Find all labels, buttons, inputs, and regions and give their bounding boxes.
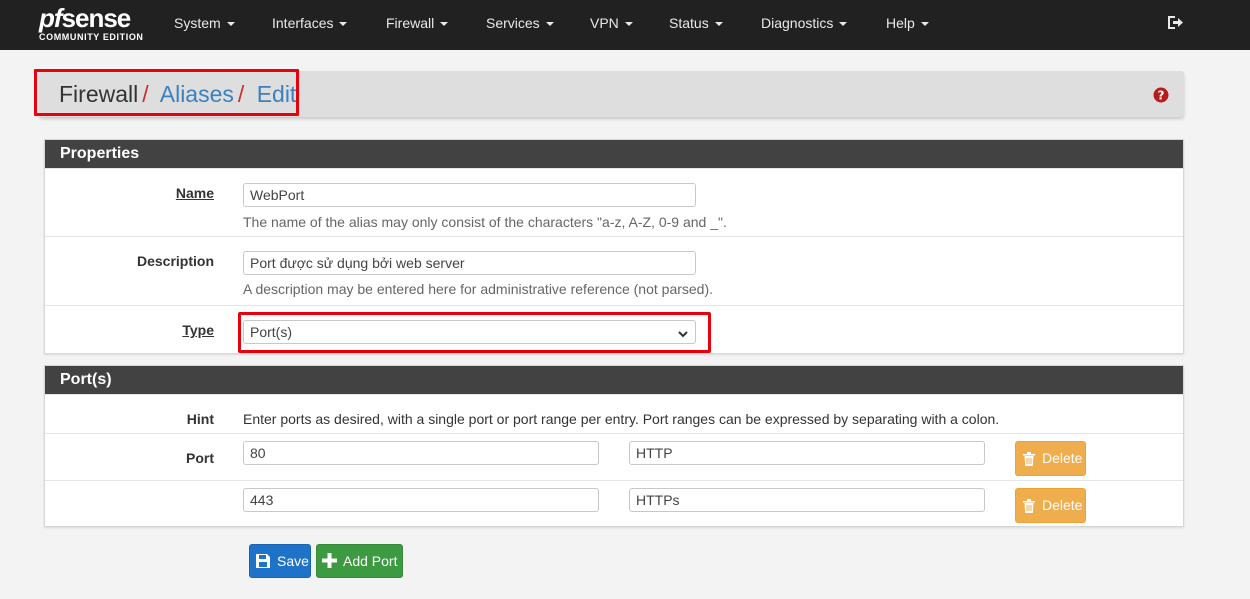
port-label: Port bbox=[186, 450, 214, 466]
port-description-input[interactable]: HTTPs bbox=[629, 488, 985, 512]
chevron-down-icon bbox=[677, 325, 689, 343]
description-label: Description bbox=[136, 253, 214, 269]
delete-button[interactable]: Delete bbox=[1015, 441, 1086, 476]
chevron-down-icon bbox=[545, 22, 554, 27]
breadcrumb-firewall: Firewall bbox=[59, 81, 139, 107]
nav-help-label: Help bbox=[886, 15, 915, 31]
nav-services-label: Services bbox=[486, 15, 540, 31]
nav-system-label: System bbox=[174, 15, 221, 31]
description-help-text: A description may be entered here for ad… bbox=[243, 281, 714, 297]
port-row-1: Port 80 HTTP Delete bbox=[45, 433, 1183, 480]
name-input[interactable]: WebPort bbox=[243, 183, 696, 207]
properties-panel: Properties Name WebPort The name of the … bbox=[44, 139, 1184, 354]
nav-vpn[interactable]: VPN bbox=[590, 0, 633, 50]
type-label: Type bbox=[182, 322, 214, 338]
nav-diagnostics-label: Diagnostics bbox=[761, 15, 834, 31]
breadcrumb: Firewall / Aliases / Edit bbox=[59, 80, 296, 108]
description-row: Description Port được sử dụng bởi web se… bbox=[45, 236, 1183, 305]
name-label: Name bbox=[175, 185, 214, 201]
breadcrumb-separator: / bbox=[237, 81, 245, 107]
nav-system[interactable]: System bbox=[174, 0, 235, 50]
delete-label: Delete bbox=[1042, 497, 1083, 513]
save-button[interactable]: Save bbox=[249, 544, 311, 578]
logo-sense: sense bbox=[61, 3, 132, 33]
hint-row: Hint Enter ports as desired, with a sing… bbox=[45, 394, 1183, 433]
description-input[interactable]: Port được sử dụng bởi web server bbox=[243, 251, 696, 275]
nav-interfaces-label: Interfaces bbox=[272, 15, 334, 31]
save-label: Save bbox=[277, 553, 309, 569]
add-port-button[interactable]: Add Port bbox=[316, 544, 403, 578]
nav-status-label: Status bbox=[669, 15, 709, 31]
chevron-down-icon bbox=[839, 22, 848, 27]
nav-interfaces[interactable]: Interfaces bbox=[272, 0, 348, 50]
help-question-icon[interactable]: ? bbox=[1153, 87, 1169, 106]
chevron-down-icon bbox=[440, 22, 449, 27]
port-row-2: 443 HTTPs Delete bbox=[45, 480, 1183, 527]
top-navbar: pfsense COMMUNITY EDITION System Interfa… bbox=[0, 0, 1250, 50]
name-help-text: The name of the alias may only consist o… bbox=[243, 214, 727, 230]
nav-help[interactable]: Help bbox=[886, 0, 929, 50]
trash-icon bbox=[1023, 452, 1035, 466]
chevron-down-icon bbox=[714, 22, 723, 27]
nav-firewall-label: Firewall bbox=[386, 15, 435, 31]
svg-text:?: ? bbox=[1158, 89, 1165, 103]
hint-label: Hint bbox=[186, 411, 214, 427]
name-row: Name WebPort The name of the alias may o… bbox=[45, 168, 1183, 236]
chevron-down-icon bbox=[226, 22, 235, 27]
logo-pf: pf bbox=[39, 3, 63, 33]
port-input[interactable]: 443 bbox=[243, 488, 599, 512]
nav-vpn-label: VPN bbox=[590, 15, 619, 31]
nav-firewall[interactable]: Firewall bbox=[386, 0, 449, 50]
pfsense-logo[interactable]: pfsense COMMUNITY EDITION bbox=[39, 5, 144, 42]
properties-heading: Properties bbox=[45, 140, 1183, 168]
port-description-input[interactable]: HTTP bbox=[629, 441, 985, 465]
breadcrumb-separator: / bbox=[142, 81, 149, 107]
breadcrumb-aliases-link[interactable]: Aliases bbox=[160, 81, 234, 107]
port-input[interactable]: 80 bbox=[243, 441, 599, 465]
type-row: Type Port(s) bbox=[45, 305, 1183, 354]
type-select-value: Port(s) bbox=[250, 324, 292, 340]
logo-edition: COMMUNITY EDITION bbox=[39, 32, 144, 42]
chevron-down-icon bbox=[920, 22, 929, 27]
chevron-down-icon bbox=[624, 22, 633, 27]
type-select[interactable]: Port(s) bbox=[243, 320, 696, 344]
trash-icon bbox=[1023, 499, 1035, 513]
floppy-disk-icon bbox=[256, 554, 270, 568]
logout-icon[interactable] bbox=[1167, 14, 1184, 34]
add-port-label: Add Port bbox=[343, 553, 398, 569]
delete-label: Delete bbox=[1042, 450, 1083, 466]
hint-text: Enter ports as desired, with a single po… bbox=[243, 411, 1000, 427]
nav-diagnostics[interactable]: Diagnostics bbox=[761, 0, 848, 50]
ports-heading: Port(s) bbox=[45, 366, 1183, 394]
ports-panel: Port(s) Hint Enter ports as desired, wit… bbox=[44, 365, 1184, 527]
plus-icon bbox=[322, 553, 337, 568]
delete-button[interactable]: Delete bbox=[1015, 488, 1086, 523]
breadcrumb-edit-link[interactable]: Edit bbox=[257, 81, 297, 107]
nav-services[interactable]: Services bbox=[486, 0, 554, 50]
chevron-down-icon bbox=[339, 22, 348, 27]
nav-status[interactable]: Status bbox=[669, 0, 723, 50]
